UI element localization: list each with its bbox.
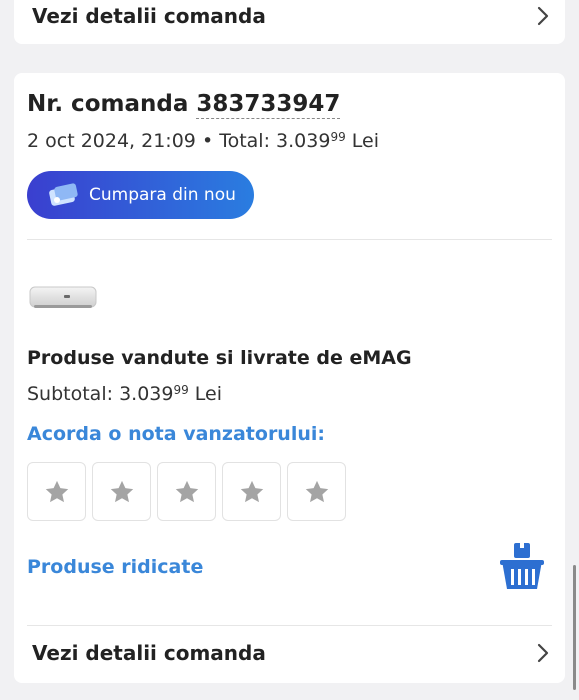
subtotal: Subtotal: 3.03999 Lei: [27, 383, 222, 405]
total-value: 3.03999: [276, 130, 346, 152]
star-icon: [240, 480, 263, 502]
star-4[interactable]: [222, 462, 281, 521]
total-currency: Lei: [351, 130, 379, 152]
scrollbar[interactable]: [573, 565, 576, 690]
star-1[interactable]: [27, 462, 86, 521]
chevron-right-icon: [537, 6, 549, 26]
total-label: Total:: [219, 130, 270, 152]
previous-order-details-link[interactable]: Vezi detalii comanda: [32, 4, 551, 28]
star-5[interactable]: [287, 462, 346, 521]
details-link-label: Vezi detalii comanda: [32, 641, 266, 665]
subtotal-currency: Lei: [194, 383, 223, 405]
divider: [27, 625, 552, 626]
star-rating: [27, 462, 346, 521]
buy-again-label: Cumpara din nou: [89, 185, 236, 205]
order-number-label: Nr. comanda: [27, 91, 189, 117]
previous-order-card: Vezi detalii comanda: [14, 0, 565, 44]
divider: [27, 239, 552, 240]
star-icon: [45, 480, 68, 502]
meta-separator: •: [201, 130, 214, 152]
subtotal-label: Subtotal:: [27, 383, 114, 405]
basket-icon: [500, 543, 544, 589]
order-meta: 2 oct 2024, 21:09 • Total: 3.03999 Lei: [27, 130, 379, 152]
order-details-link[interactable]: Vezi detalii comanda: [32, 641, 551, 665]
star-icon: [305, 480, 328, 502]
cart-refresh-icon: [49, 183, 78, 206]
order-date: 2 oct 2024, 21:09: [27, 130, 196, 152]
order-number[interactable]: 383733947: [196, 91, 341, 119]
order-status: Produse ridicate: [27, 556, 204, 578]
seller-info: Produse vandute si livrate de eMAG: [27, 347, 412, 369]
subtotal-value: 3.03999: [119, 383, 189, 405]
order-card: Nr. comanda 383733947 2 oct 2024, 21:09 …: [14, 73, 565, 683]
rate-seller-label: Acorda o nota vanzatorului:: [27, 423, 325, 445]
star-icon: [175, 480, 198, 502]
details-link-label: Vezi detalii comanda: [32, 4, 266, 28]
star-icon: [110, 480, 133, 502]
chevron-right-icon: [537, 643, 549, 663]
buy-again-button[interactable]: Cumpara din nou: [27, 171, 254, 219]
star-2[interactable]: [92, 462, 151, 521]
product-thumbnail[interactable]: [28, 281, 98, 311]
order-title: Nr. comanda 383733947: [27, 91, 341, 119]
star-3[interactable]: [157, 462, 216, 521]
